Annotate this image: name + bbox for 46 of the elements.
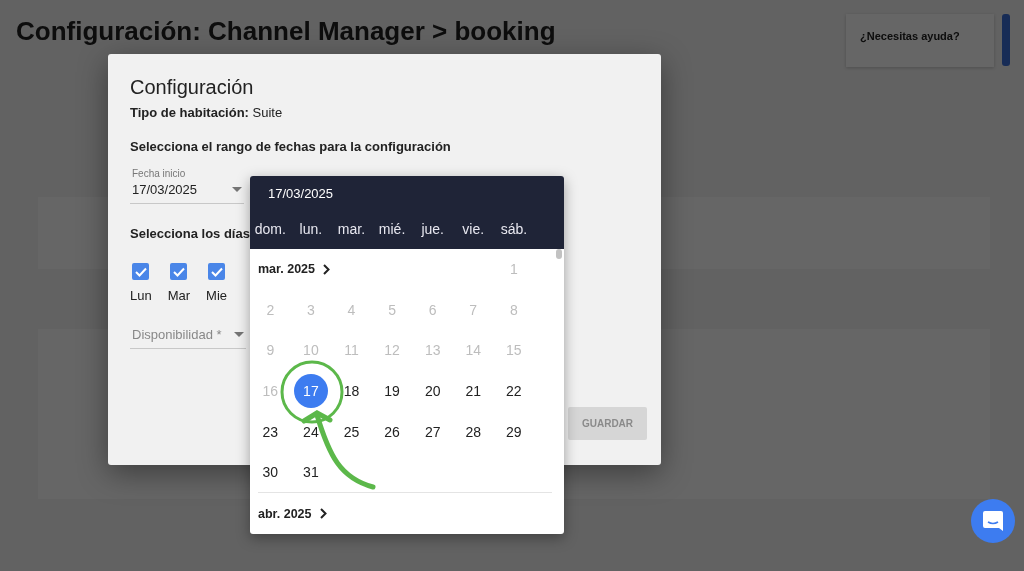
month-label[interactable]: mar. 2025: [258, 262, 330, 277]
checkbox-label: Mar: [167, 288, 191, 303]
start-date-field[interactable]: Fecha inicio 17/03/2025: [130, 168, 244, 204]
weekday-name: mié.: [377, 221, 407, 237]
calendar-day[interactable]: 28: [456, 414, 491, 449]
calendar-day[interactable]: 31: [293, 455, 328, 490]
calendar-day[interactable]: 22: [496, 373, 531, 408]
calendar-day[interactable]: 25: [334, 414, 369, 449]
month-label[interactable]: abr. 2025: [258, 506, 327, 521]
chat-icon: [982, 510, 1004, 532]
calendar-day[interactable]: 27: [415, 414, 450, 449]
calendar-day[interactable]: 30: [253, 455, 288, 490]
weekday-name: mar.: [336, 221, 367, 237]
dialog-title: Configuración: [130, 76, 255, 99]
chevron-right-icon: [319, 508, 327, 520]
calendar-day[interactable]: 21: [456, 373, 491, 408]
weekday-name: dom.: [253, 221, 287, 237]
scrollbar[interactable]: [556, 248, 562, 259]
checkbox-label: Lun: [130, 288, 152, 303]
calendar-day[interactable]: 20: [415, 373, 450, 408]
checkbox[interactable]: [132, 263, 150, 280]
availability-select[interactable]: Disponibilidad *: [130, 327, 246, 349]
caret-icon: [232, 187, 242, 192]
section-heading: Selecciona el rango de fechas para la configuración: [130, 139, 452, 154]
calendar-day[interactable]: 17: [293, 373, 328, 408]
checkbox-label: Mie: [206, 288, 228, 303]
section-heading: Selecciona los días: [130, 226, 250, 241]
checkbox[interactable]: [208, 263, 226, 280]
weekday-name: jue.: [420, 221, 445, 237]
annotation-circle: [280, 360, 344, 424]
calendar-day[interactable]: 26: [375, 414, 410, 449]
calendar-day[interactable]: 23: [253, 414, 288, 449]
weekday-name: lun.: [298, 221, 324, 237]
room-type: Tipo de habitación: Suite: [130, 105, 284, 120]
help-title: ¿Necesitas ayuda?: [860, 30, 960, 42]
weekday-name: vie.: [461, 221, 486, 237]
calendar-day[interactable]: 19: [375, 373, 410, 408]
chevron-right-icon: [323, 263, 330, 275]
page-title: Configuración: Channel Manager > booking: [16, 15, 557, 47]
caret-icon: [234, 332, 244, 337]
weekday-name: sáb.: [499, 221, 529, 237]
checkbox[interactable]: [170, 263, 188, 280]
calendar-day[interactable]: 29: [496, 414, 531, 449]
selected-date: 17/03/2025: [267, 186, 335, 201]
calendar-day[interactable]: 18: [334, 373, 369, 408]
chat-button[interactable]: [971, 499, 1015, 543]
